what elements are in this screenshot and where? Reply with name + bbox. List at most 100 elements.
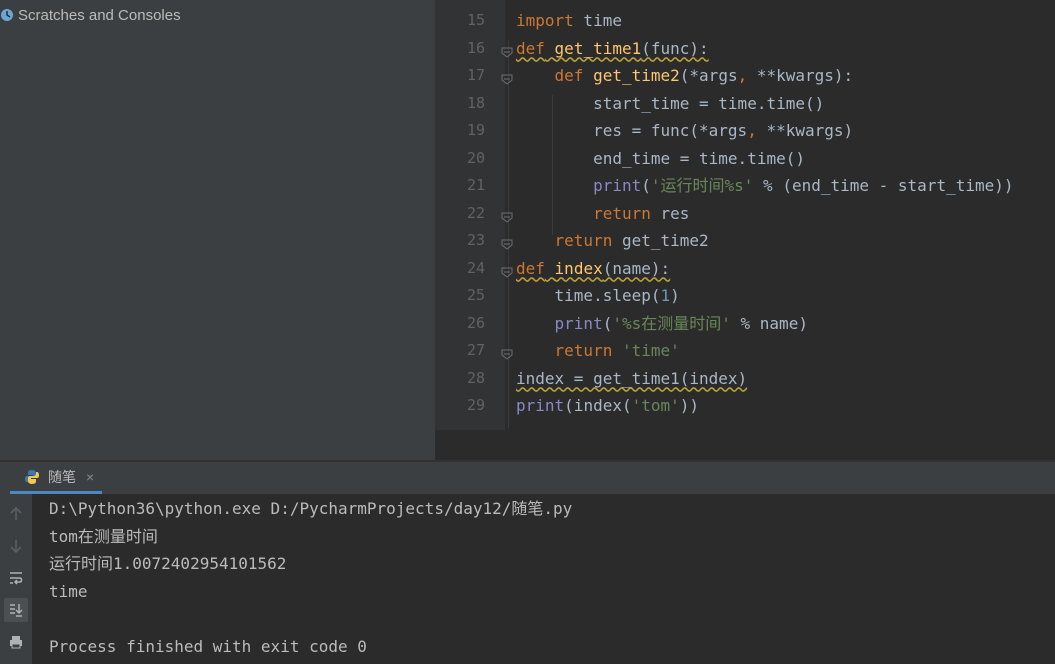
code-token: (func): [641, 38, 709, 58]
code-token: index = get_time1(index) [516, 368, 748, 388]
fold-marker-icon[interactable] [501, 345, 513, 360]
console-output-line: time [49, 581, 88, 601]
code-token: get_time2 [593, 66, 680, 85]
code-token: ( [641, 176, 651, 195]
code-token: ( [602, 313, 613, 333]
code-token: '运行时间%s' [650, 176, 754, 195]
code-token: def [516, 38, 545, 58]
code-token: (name): [602, 258, 671, 278]
code-token: start_time = time.time() [516, 93, 825, 113]
run-console-output[interactable]: D:\Python36\python.exe D:/PycharmProject… [32, 494, 1055, 664]
scroll-to-end-icon[interactable] [4, 598, 28, 622]
code-token: **kwargs) [756, 121, 854, 140]
code-token: import [516, 11, 574, 30]
code-token: 'tom' [631, 396, 680, 415]
scratches-and-consoles-item[interactable]: Scratches and Consoles [0, 4, 181, 26]
code-token: def [516, 258, 545, 278]
line-number: 22 [466, 203, 485, 222]
fold-marker-icon[interactable] [501, 263, 513, 278]
code-token: 'time' [621, 341, 680, 360]
down-arrow-icon[interactable] [4, 534, 28, 558]
scratches-icon [0, 8, 14, 22]
fold-marker-icon[interactable] [501, 70, 513, 85]
python-icon [24, 469, 40, 485]
code-token: end_time = time.time() [516, 148, 805, 168]
code-token: return [593, 203, 651, 223]
line-number: 24 [466, 258, 485, 277]
code-token: def [554, 66, 584, 85]
code-line[interactable]: return get_time2 [516, 227, 709, 255]
code-token: print [554, 313, 603, 333]
line-number: 18 [466, 93, 485, 112]
code-token: '%s在测量时间' [612, 313, 731, 333]
code-line[interactable]: print(index('tom')) [516, 392, 699, 420]
code-line[interactable]: return res [516, 200, 689, 228]
code-token: return [554, 231, 613, 250]
code-token: res = func(*args [516, 121, 748, 140]
code-token: print [593, 176, 642, 195]
fold-marker-icon[interactable] [501, 43, 513, 58]
code-line[interactable]: print('运行时间%s' % (end_time - start_time)… [516, 172, 1014, 200]
code-line[interactable]: def get_time2(*args, **kwargs): [516, 62, 854, 90]
code-token: ) [670, 286, 680, 305]
console-output-line: tom在测量时间 [49, 526, 158, 546]
code-line[interactable]: import time [516, 7, 622, 35]
code-token: , [747, 121, 757, 140]
code-token: time.sleep( [516, 286, 661, 305]
line-number: 25 [466, 286, 485, 304]
up-arrow-icon[interactable] [4, 502, 28, 526]
line-number: 27 [466, 341, 485, 359]
code-token: , [737, 66, 748, 85]
code-line[interactable]: def get_time1(func): [516, 35, 709, 63]
fold-marker-icon[interactable] [501, 208, 513, 223]
code-token: % name) [730, 313, 808, 333]
code-token: get_time1 [554, 38, 642, 58]
code-line[interactable]: print('%s在测量时间' % name) [516, 310, 808, 338]
code-token: res [650, 203, 690, 223]
code-line[interactable]: def index(name): [516, 255, 670, 283]
code-line[interactable]: index = get_time1(index) [516, 365, 747, 393]
console-output-line: 运行时间1.0072402954101562 [49, 554, 287, 573]
soft-wrap-icon[interactable] [4, 566, 28, 590]
code-line[interactable]: time.sleep(1) [516, 282, 680, 310]
print-icon[interactable] [4, 630, 28, 654]
code-line[interactable]: end_time = time.time() [516, 145, 805, 173]
scratches-label: Scratches and Consoles [18, 6, 181, 24]
console-output-line: Process finished with exit code 0 [49, 636, 367, 656]
code-token: )) [679, 396, 700, 415]
code-token: index [554, 258, 603, 278]
code-token: % (end_time - start_time)) [753, 176, 1014, 195]
code-line[interactable]: res = func(*args, **kwargs) [516, 117, 853, 145]
console-output-line: D:\Python36\python.exe D:/PycharmProject… [49, 499, 573, 518]
code-line[interactable]: start_time = time.time() [516, 90, 824, 118]
line-gutter: 15 16 17 18 19 20 21 22 23 24 25 26 27 28 29 [435, 0, 505, 430]
code-token: time [573, 11, 622, 30]
code-token: return [554, 341, 613, 360]
line-number: 17 [466, 66, 485, 84]
line-number: 26 [466, 313, 485, 332]
run-tab[interactable]: 随笔 × [10, 462, 102, 494]
run-toolbar [0, 494, 32, 664]
line-number: 15 [466, 11, 485, 29]
code-token: get_time2 [612, 231, 709, 250]
line-number: 19 [466, 121, 485, 139]
code-token: print [516, 396, 565, 415]
line-number: 29 [466, 396, 485, 414]
indent-guide [508, 40, 509, 428]
line-number: 16 [466, 38, 485, 57]
code-editor[interactable]: 15 16 17 18 19 20 21 22 23 24 25 26 27 28 29 import ti… [435, 0, 1055, 460]
run-tool-window-tabs: 随笔 × [0, 462, 1055, 494]
code-line[interactable]: return 'time' [516, 337, 680, 365]
close-icon[interactable]: × [86, 469, 94, 485]
fold-marker-icon[interactable] [501, 235, 513, 250]
code-token: (index( [564, 396, 632, 415]
